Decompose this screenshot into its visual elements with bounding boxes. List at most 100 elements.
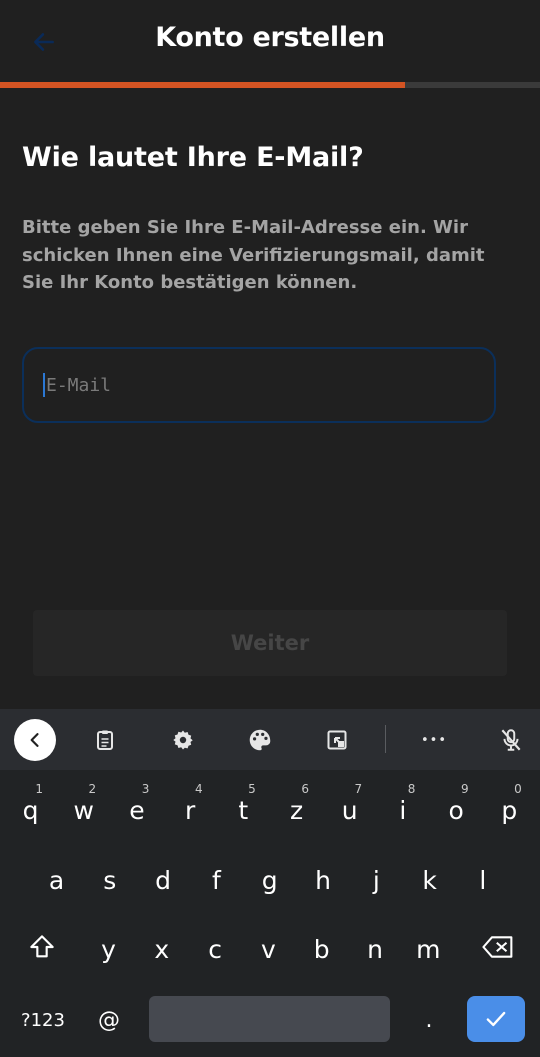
key-u[interactable]: u7 [323, 770, 376, 840]
key-label: s [103, 865, 117, 895]
toolbar-divider [385, 725, 386, 753]
key-t[interactable]: t5 [217, 770, 270, 840]
shift-key[interactable] [8, 909, 76, 979]
question-heading: Wie lautet Ihre E-Mail? [22, 142, 364, 173]
key-label: l [479, 865, 487, 895]
on-screen-keyboard: ••• q1w2e3r4t5z6u7i8o9p0 asdfghjkl yxcvb… [0, 709, 540, 1057]
key-hint: 7 [354, 782, 363, 796]
progress-bar-fill [0, 82, 405, 88]
description-text: Bitte geben Sie Ihre E-Mail-Adresse ein.… [22, 217, 485, 293]
at-key[interactable]: @ [78, 977, 140, 1057]
key-g[interactable]: g [243, 840, 296, 910]
key-hint: 6 [301, 782, 309, 796]
key-hint: 4 [194, 782, 203, 796]
key-label: k [422, 865, 437, 895]
key-f[interactable]: f [190, 840, 243, 910]
key-label: y [101, 934, 116, 964]
key-label: r [184, 795, 196, 825]
key-label: t [238, 795, 249, 825]
key-hint: 1 [35, 782, 43, 796]
key-e[interactable]: e3 [110, 770, 163, 840]
keyboard-row-2: asdfghjkl [0, 840, 540, 910]
symbols-key[interactable]: ?123 [10, 977, 76, 1057]
key-label: a [48, 865, 65, 895]
key-label: w [73, 795, 94, 825]
key-d[interactable]: d [137, 840, 190, 910]
key-s[interactable]: s [83, 840, 136, 910]
app-bar: Konto erstellen [0, 0, 540, 82]
backspace-icon [482, 936, 513, 958]
key-p[interactable]: p0 [483, 770, 536, 840]
checkmark-icon [486, 1011, 506, 1027]
email-field[interactable] [22, 347, 496, 423]
key-w[interactable]: w2 [57, 770, 110, 840]
keyboard-row-1: q1w2e3r4t5z6u7i8o9p0 [0, 770, 540, 840]
resize-icon [327, 730, 347, 750]
key-q[interactable]: q1 [4, 770, 57, 840]
keyboard-toolbar: ••• [0, 709, 540, 770]
email-input[interactable] [46, 374, 466, 396]
gear-icon [173, 730, 193, 750]
key-hint: 8 [407, 782, 416, 796]
key-label: z [289, 795, 304, 825]
theme-button[interactable] [239, 719, 281, 761]
key-label: f [211, 865, 221, 895]
key-r[interactable]: r4 [164, 770, 217, 840]
period-key[interactable]: . [398, 977, 460, 1057]
key-label: d [155, 865, 172, 895]
settings-button[interactable] [162, 719, 204, 761]
key-hint: 9 [460, 782, 469, 796]
key-a[interactable]: a [30, 840, 83, 910]
chevron-left-icon [30, 733, 39, 747]
key-label: i [399, 795, 407, 825]
key-y[interactable]: y [82, 909, 135, 979]
done-key[interactable] [467, 996, 525, 1042]
key-k[interactable]: k [403, 840, 456, 910]
key-label: h [315, 865, 331, 895]
key-label: x [154, 934, 170, 964]
page-title: Konto erstellen [155, 22, 385, 53]
key-hint: 2 [88, 782, 97, 796]
key-label: e [129, 795, 145, 825]
key-h[interactable]: h [297, 840, 350, 910]
key-x[interactable]: x [135, 909, 188, 979]
key-label: m [416, 934, 441, 964]
backspace-key[interactable] [464, 909, 532, 979]
voice-input-button[interactable] [490, 719, 532, 761]
key-hint: 5 [248, 782, 256, 796]
progress-bar [0, 82, 540, 88]
key-label: q [22, 795, 39, 825]
key-label: p [501, 795, 518, 825]
key-label: b [313, 934, 330, 964]
key-j[interactable]: j [350, 840, 403, 910]
key-label: n [367, 934, 383, 964]
key-label: o [448, 795, 464, 825]
key-label: j [372, 865, 380, 895]
mic-off-icon [501, 729, 521, 751]
more-icon: ••• [420, 732, 447, 748]
key-label: v [260, 934, 276, 964]
more-button[interactable]: ••• [413, 719, 455, 761]
key-m[interactable]: m [402, 909, 455, 979]
key-n[interactable]: n [349, 909, 402, 979]
key-o[interactable]: o9 [430, 770, 483, 840]
key-v[interactable]: v [242, 909, 295, 979]
key-l[interactable]: l [456, 840, 509, 910]
keyboard-resize-button[interactable] [316, 719, 358, 761]
space-key[interactable] [149, 996, 390, 1042]
clipboard-button[interactable] [84, 719, 126, 761]
key-c[interactable]: c [189, 909, 242, 979]
text-cursor [43, 373, 45, 397]
keyboard-collapse-button[interactable] [14, 719, 56, 761]
key-b[interactable]: b [295, 909, 348, 979]
key-z[interactable]: z6 [270, 770, 323, 840]
keyboard-row-3: y xcv b n m [0, 909, 540, 979]
key-hint: 0 [514, 782, 522, 796]
key-i[interactable]: i8 [376, 770, 429, 840]
continue-button[interactable]: Weiter [33, 610, 507, 676]
clipboard-icon [97, 730, 113, 750]
key-label: g [261, 865, 278, 895]
key-label: u [341, 795, 358, 825]
shift-icon [30, 935, 54, 958]
palette-icon [249, 729, 271, 751]
